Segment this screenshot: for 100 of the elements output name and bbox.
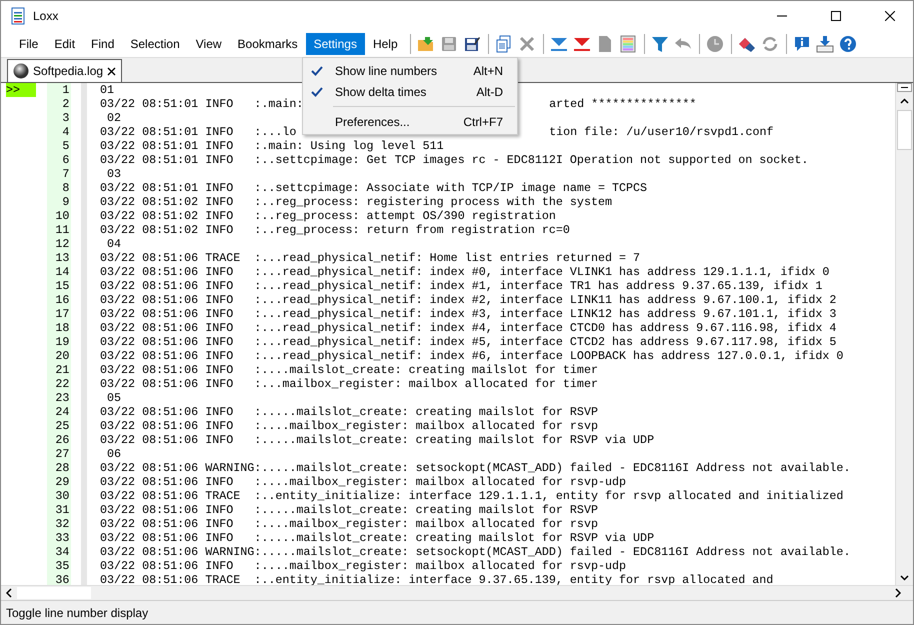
vertical-scrollbar[interactable] [895,83,913,585]
line-number: 36 [55,573,70,587]
split-button-icon[interactable] [897,83,912,92]
log-line: 03/22 08:51:06 WARNING:.....mailslot_create: setsockopt(MCAST_ADD) failed - EDC8116I Address not available. [100,461,850,475]
log-line: 03/22 08:51:06 INFO :....mailslot_create: creating mailslot for timer [100,363,598,377]
close-icon[interactable] [107,66,116,76]
log-line: 03/22 08:51:06 INFO :...read_physical_netif: index #6, interface LOOPBACK has address 127.0.0.1, ifidx 0 [100,349,844,363]
log-line: 03/22 08:51:06 TRACE :...read_physical_netif: Home list entries returned = 7 [100,251,640,265]
dropdown-item[interactable]: Show delta times Alt-D [303,81,517,102]
log-line: 03/22 08:51:06 INFO :....mailbox_register: mailbox allocated for rsvp-udp [100,475,626,489]
log-line: 03/22 08:51:06 INFO :.....mailslot_create: creating mailslot for RSVP [100,405,598,419]
scroll-right-icon[interactable] [895,588,901,598]
scrollbar-thumb[interactable] [897,110,912,150]
menu-item[interactable]: Edit [46,32,84,54]
line-number: 4 [62,125,70,139]
log-line: 03/22 08:51:06 INFO :....mailbox_register: mailbox allocated for rsvp [100,419,598,433]
line-number: 27 [55,447,70,461]
line-number: 22 [55,377,70,391]
line-number: 8 [62,181,70,195]
line-number: 21 [55,363,70,377]
menu-item[interactable]: Settings [306,32,365,54]
line-number: 11 [55,223,70,237]
log-line: 03/22 08:51:06 INFO :...mailbox_register: mailbox allocated for timer [100,377,598,391]
dropdown-item[interactable]: Show line numbers Alt+N [303,60,517,81]
log-line: 03/22 08:51:06 INFO :...read_physical_netif: index #5, interface CTCD2 has address 9.67.117.98, ifidx 5 [100,335,836,349]
line-number: 28 [55,461,70,475]
line-number: 19 [55,335,70,349]
log-line: 03/22 08:51:02 INFO :..reg_process: return from registration rc=0 [100,223,570,237]
log-line: 03/22 08:51:01 INFO :...lo [100,125,296,139]
close-icon[interactable] [885,10,895,20]
scroll-up-icon[interactable] [900,98,909,104]
log-line: 03 [106,167,122,181]
log-line: 03/22 08:51:01 INFO :.main: Using log level 511 [100,139,444,153]
maximize-icon[interactable] [831,10,841,20]
menu-item[interactable]: View [188,32,230,54]
line-number: 31 [55,503,70,517]
menu-item[interactable]: File [11,32,46,54]
line-number: 3 [62,111,70,125]
help-icon[interactable] [839,34,858,52]
dropdown-item[interactable]: Preferences... Ctrl+F7 [303,111,517,132]
info-icon[interactable] [793,34,812,52]
window-title: Loxx [33,8,60,22]
download-icon[interactable] [816,34,834,52]
log-line: 01 [100,83,114,97]
log-line: 03/22 08:51:06 WARNING:.....mailslot_create: setsockopt(MCAST_ADD) failed - EDC8116I Address not available. [100,545,850,559]
log-line: 03/22 08:51:06 INFO :.....mailslot_create: creating mailslot for RSVP [100,503,598,517]
line-number: 25 [55,419,70,433]
line-number: 9 [62,195,70,209]
log-line: tion file: /u/user10/rsvpd1.conf [549,125,774,139]
log-line: 05 [106,391,122,405]
log-line: 03/22 08:51:06 TRACE :..entity_initialize: interface 129.1.1.1, entity for rsvp allocated and initialized [100,489,844,503]
line-number: 17 [55,307,70,321]
log-line: 03/22 08:51:02 INFO :..reg_process: registering process with the system [100,195,612,209]
log-line: 03/22 08:51:01 INFO :..settcpimage: Associate with TCP/IP image name = TCPCS [100,181,648,195]
line-number: 7 [62,167,70,181]
line-number: 20 [55,349,70,363]
line-number: 16 [55,293,70,307]
menu-item[interactable]: Help [364,32,406,54]
line-number: 12 [55,237,70,251]
log-line: 03/22 08:51:06 INFO :...read_physical_netif: index #0, interface VLINK1 has address 129.1.1.1, ifidx 0 [100,265,830,279]
floppy-pencil-icon[interactable] [463,34,482,52]
log-line: 02 [106,111,122,125]
filter-icon[interactable] [651,34,670,52]
file-tab[interactable]: Softpedia.log [7,59,122,82]
menu-item[interactable]: Bookmarks [230,32,306,54]
scrollbar-thumb[interactable] [17,587,91,599]
folder-icon[interactable] [417,34,436,52]
line-number: 29 [55,475,70,489]
line-number: 26 [55,433,70,447]
line-number: 34 [55,545,70,559]
menu-item[interactable]: Find [83,32,122,54]
line-number: 14 [55,265,70,279]
log-line: 03/22 08:51:06 INFO :.....mailslot_create: creating mailslot for RSVP via UDP [100,531,654,545]
horizontal-scrollbar[interactable] [1,585,913,600]
log-line: 03/22 08:51:06 INFO :....mailbox_register: mailbox allocated for rsvp-udp [100,559,626,573]
scroll-down-icon[interactable] [900,575,909,581]
status-text: Toggle line number display [6,606,148,620]
line-number: 33 [55,531,70,545]
line-number: 15 [55,279,70,293]
log-line: arted *************** [549,97,696,111]
line-number: 18 [55,321,70,335]
line-number: 23 [55,391,70,405]
log-line: 03/22 08:51:06 INFO :...read_physical_netif: index #3, interface LINK12 has address 9.67.101.1, ifidx 3 [100,307,836,321]
color-list-icon[interactable] [619,34,638,52]
log-line: 03/22 08:51:06 INFO :...read_physical_netif: index #2, interface LINK11 has address 9.67.100.1, ifidx 2 [100,293,836,307]
line-number: 24 [55,405,70,419]
app-logo-icon [11,6,25,24]
document-copy-icon[interactable] [495,34,514,52]
scroll-left-icon[interactable] [6,588,12,598]
line-number: 30 [55,489,70,503]
log-line: 03/22 08:51:02 INFO :..reg_process: attempt OS/390 registration [100,209,556,223]
line-number: 6 [62,153,70,167]
log-line: 03/22 08:51:06 INFO :...read_physical_netif: index #1, interface TR1 has address 9.37.65.139, ifidx 1 [100,279,822,293]
line-number: 5 [62,139,70,153]
log-line: 03/22 08:51:01 INFO :..settcpimage: Get TCP images rc - EDC8112I Operation not supported on socket. [100,153,808,167]
line-number: 1 [62,83,70,97]
sphere-icon [13,63,29,79]
line-number: 2 [62,97,70,111]
log-line: 06 [106,447,122,461]
menu-item[interactable]: Selection [122,32,188,54]
